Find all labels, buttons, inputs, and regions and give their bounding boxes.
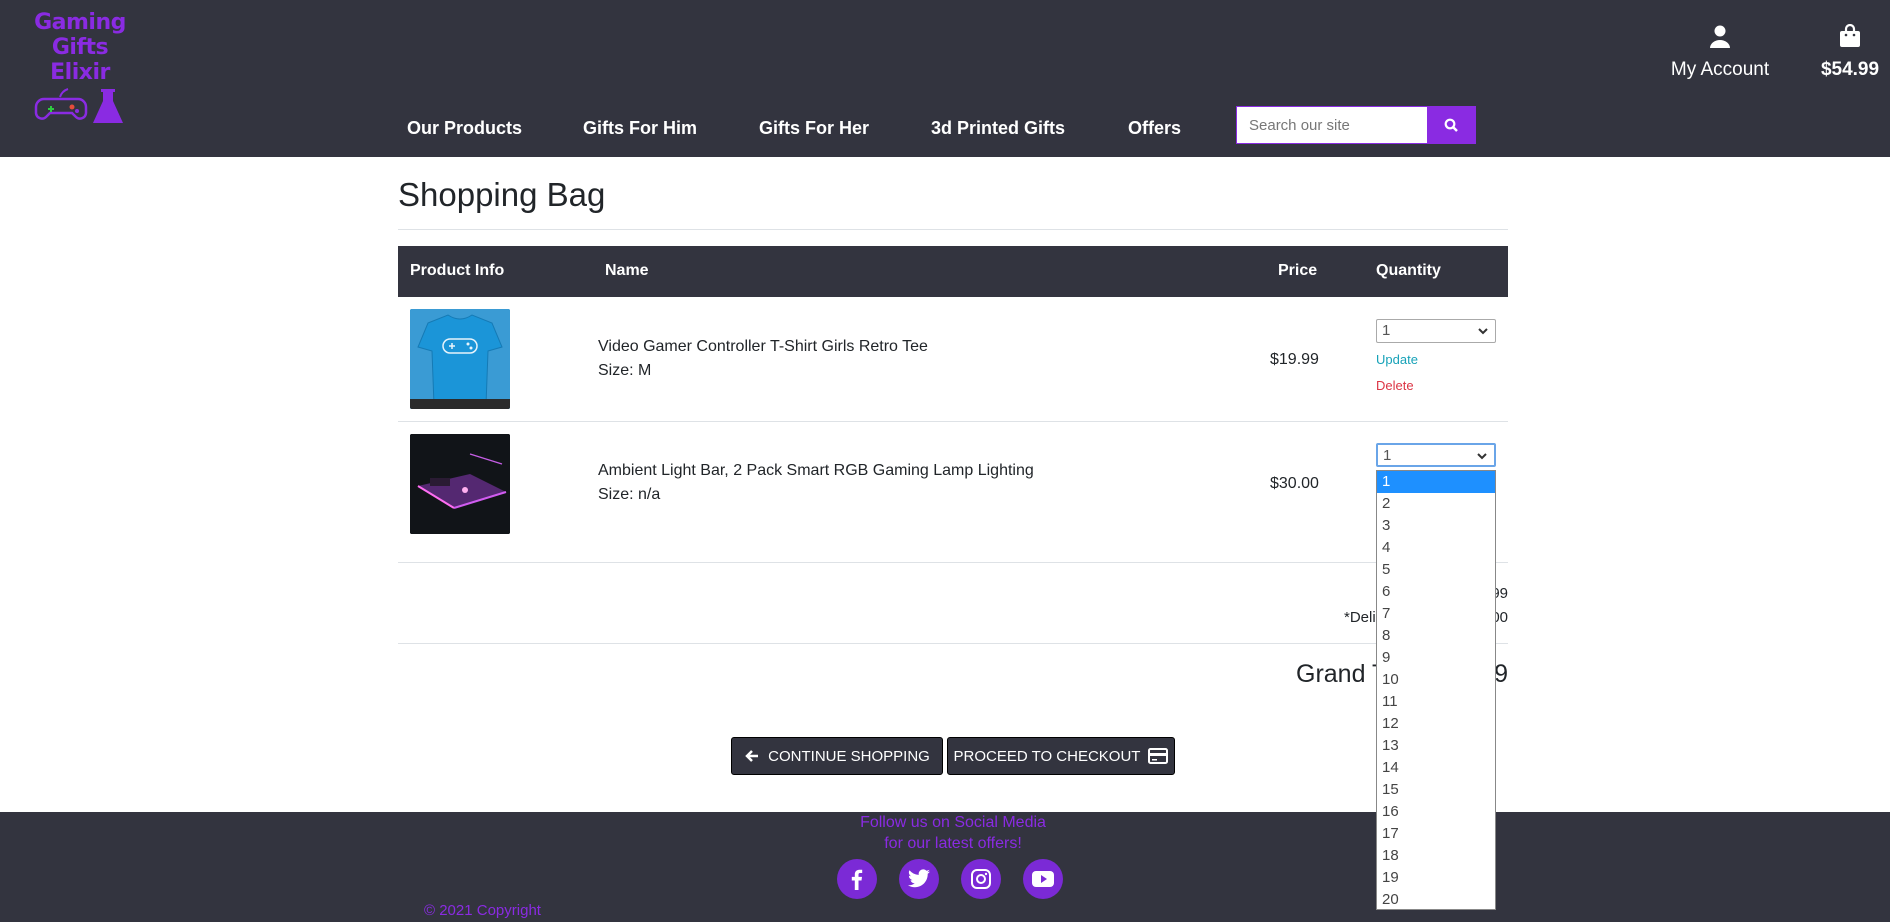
quantity-value: 1: [1383, 447, 1392, 464]
cart-table-header: Product Info Name Price Quantity: [398, 246, 1508, 297]
search-button[interactable]: [1427, 107, 1475, 143]
user-icon: [1710, 25, 1730, 48]
copyright-text: © 2021 Copyright: [424, 902, 541, 919]
credit-card-icon: [1148, 748, 1169, 764]
dropdown-option[interactable]: 10: [1377, 669, 1495, 691]
chevron-down-icon: [1477, 453, 1487, 460]
product-image-tshirt[interactable]: [410, 309, 510, 409]
facebook-button[interactable]: [837, 859, 877, 899]
dropdown-option[interactable]: 14: [1377, 757, 1495, 779]
nav-3d-printed-gifts[interactable]: 3d Printed Gifts: [931, 118, 1065, 139]
nav-our-products[interactable]: Our Products: [407, 118, 522, 139]
dropdown-option[interactable]: 15: [1377, 779, 1495, 801]
proceed-to-checkout-button[interactable]: PROCEED TO CHECKOUT: [947, 737, 1175, 775]
product-name: Video Gamer Controller T-Shirt Girls Ret…: [598, 338, 928, 355]
header-price: Price: [1278, 262, 1318, 279]
facebook-icon: [851, 869, 863, 890]
bag-total: $54.99: [1820, 59, 1880, 80]
dropdown-option[interactable]: 4: [1377, 537, 1495, 559]
my-account-label: My Account: [1670, 59, 1770, 80]
search-bar: [1236, 106, 1476, 144]
grand-total-label: Grand T: [1296, 660, 1388, 688]
follow-text: Follow us on Social Media for our latest…: [0, 812, 1890, 854]
youtube-button[interactable]: [1023, 859, 1063, 899]
product-name: Ambient Light Bar, 2 Pack Smart RGB Gami…: [598, 462, 1034, 479]
youtube-icon: [1032, 871, 1054, 887]
dropdown-option[interactable]: 17: [1377, 823, 1495, 845]
update-link[interactable]: Update: [1376, 352, 1418, 367]
dropdown-option[interactable]: 3: [1377, 515, 1495, 537]
summary-divider: [398, 643, 1508, 644]
dropdown-option[interactable]: 7: [1377, 603, 1495, 625]
title-divider: [398, 229, 1508, 230]
table-row: Video Gamer Controller T-Shirt Girls Ret…: [398, 297, 1508, 421]
continue-shopping-button[interactable]: CONTINUE SHOPPING: [731, 737, 943, 775]
dropdown-option[interactable]: 12: [1377, 713, 1495, 735]
continue-shopping-label: CONTINUE SHOPPING: [768, 747, 930, 765]
product-price: $19.99: [1270, 351, 1319, 368]
dropdown-option[interactable]: 8: [1377, 625, 1495, 647]
logo-graphic: [6, 87, 154, 123]
dropdown-option[interactable]: 20: [1377, 889, 1495, 911]
product-size: Size: n/a: [598, 486, 661, 503]
follow-line-1: Follow us on Social Media: [860, 814, 1046, 831]
site-footer: Follow us on Social Media for our latest…: [0, 812, 1890, 922]
dropdown-option[interactable]: 18: [1377, 845, 1495, 867]
page-title: Shopping Bag: [398, 176, 606, 213]
nav-gifts-for-her[interactable]: Gifts For Her: [759, 118, 869, 139]
nav-gifts-for-him[interactable]: Gifts For Him: [583, 118, 697, 139]
dropdown-option[interactable]: 2: [1377, 493, 1495, 515]
header-quantity: Quantity: [1376, 262, 1441, 279]
dropdown-option[interactable]: 1: [1377, 471, 1495, 493]
delete-link[interactable]: Delete: [1376, 378, 1414, 393]
delivery-label: *Deli: [1344, 609, 1376, 626]
dropdown-option[interactable]: 6: [1377, 581, 1495, 603]
table-row: Ambient Light Bar, 2 Pack Smart RGB Gami…: [398, 422, 1508, 562]
product-size: Size: M: [598, 362, 652, 379]
follow-line-2: for our latest offers!: [884, 835, 1022, 852]
chevron-down-icon: [1478, 328, 1488, 335]
quantity-value: 1: [1382, 322, 1391, 339]
product-image-light-bar[interactable]: [410, 434, 510, 534]
row-divider: [398, 562, 1508, 563]
site-header: Gaming Gifts Elixir My Account $54.99 Ou…: [0, 0, 1890, 157]
quantity-select[interactable]: 1: [1376, 319, 1496, 343]
search-icon: [1444, 118, 1458, 132]
instagram-icon: [971, 869, 991, 889]
logo-line-2: Elixir: [50, 60, 110, 85]
dropdown-option[interactable]: 19: [1377, 867, 1495, 889]
site-logo[interactable]: Gaming Gifts Elixir: [6, 10, 154, 123]
dropdown-option[interactable]: 16: [1377, 801, 1495, 823]
my-account-link[interactable]: My Account: [1666, 24, 1774, 81]
dropdown-option[interactable]: 5: [1377, 559, 1495, 581]
shopping-bag-link[interactable]: $54.99: [1814, 23, 1886, 81]
shopping-bag-icon: [1840, 23, 1860, 47]
header-product-info: Product Info: [410, 262, 505, 279]
instagram-button[interactable]: [961, 859, 1001, 899]
checkout-label: PROCEED TO CHECKOUT: [953, 747, 1141, 765]
logo-line-1: Gaming Gifts: [34, 10, 126, 60]
grand-total-value: 9: [1494, 660, 1508, 688]
quantity-dropdown-list[interactable]: 1 2 3 4 5 6 7 8 9 10 11 12 13 14 15 16 17 18 19 20: [1376, 470, 1496, 910]
product-price: $30.00: [1270, 475, 1319, 492]
quantity-select[interactable]: 1: [1376, 443, 1496, 467]
search-input[interactable]: [1237, 107, 1427, 143]
dropdown-option[interactable]: 9: [1377, 647, 1495, 669]
twitter-icon: [908, 869, 930, 888]
twitter-button[interactable]: [899, 859, 939, 899]
header-name: Name: [605, 262, 649, 279]
arrow-left-icon: [745, 750, 759, 762]
nav-offers[interactable]: Offers: [1128, 118, 1181, 139]
dropdown-option[interactable]: 13: [1377, 735, 1495, 757]
dropdown-option[interactable]: 11: [1377, 691, 1495, 713]
